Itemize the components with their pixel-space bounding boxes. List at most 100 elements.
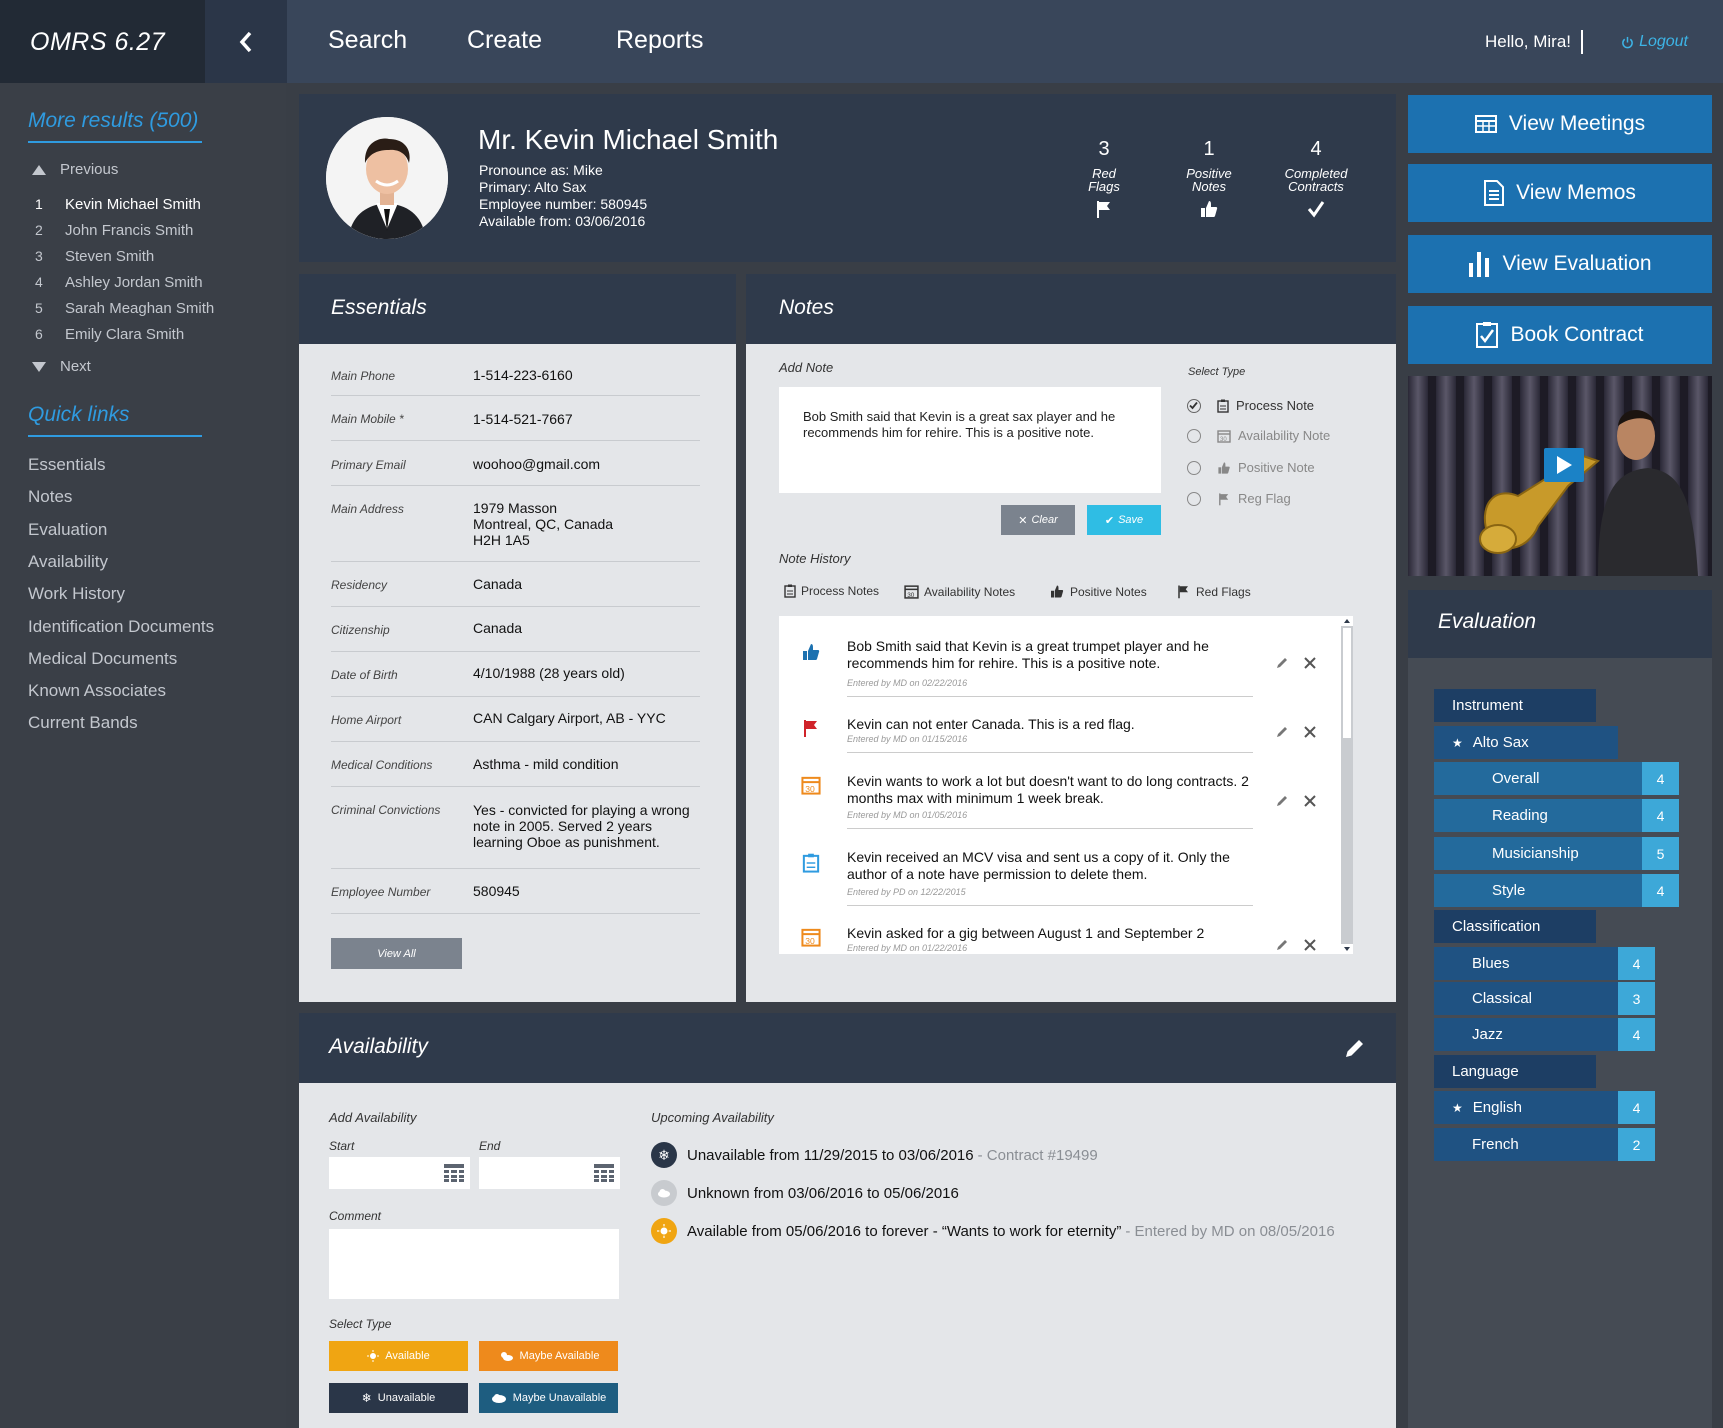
- edit-icon[interactable]: [1275, 938, 1289, 952]
- save-button[interactable]: ✔ Save: [1087, 505, 1161, 535]
- logout-link[interactable]: Logout: [1621, 33, 1688, 51]
- view-all-button[interactable]: View All: [331, 938, 462, 969]
- note-type-label: Reg Flag: [1238, 491, 1291, 506]
- delete-icon[interactable]: [1303, 656, 1317, 670]
- note-textarea[interactable]: Bob Smith said that Kevin is a great sax…: [779, 387, 1161, 493]
- quick-link-current-bands[interactable]: Current Bands: [28, 713, 138, 733]
- calendar-grid-icon[interactable]: [594, 1164, 614, 1182]
- nav-reports[interactable]: Reports: [616, 26, 704, 55]
- collapse-sidebar-button[interactable]: [205, 0, 287, 83]
- history-tab-positive-notes[interactable]: Positive Notes: [1049, 584, 1147, 599]
- note-meta: Entered by PD on 12/22/2015: [847, 887, 966, 897]
- delete-icon[interactable]: [1303, 794, 1317, 808]
- result-item[interactable]: 2 John Francis Smith: [35, 222, 193, 239]
- view-memos-button[interactable]: View Memos: [1408, 164, 1712, 222]
- nav-search[interactable]: Search: [328, 26, 407, 55]
- eval-category-language: Language: [1434, 1055, 1596, 1088]
- result-item[interactable]: 6 Emily Clara Smith: [35, 326, 184, 343]
- calendar-icon: 30: [801, 928, 821, 947]
- comment-label: Comment: [329, 1209, 382, 1223]
- edit-icon[interactable]: [1275, 656, 1289, 670]
- clear-button[interactable]: ✕ Clear: [1001, 505, 1075, 535]
- profile-video[interactable]: [1408, 376, 1712, 576]
- previous-button[interactable]: Previous: [32, 161, 118, 178]
- maybe-unavailable-button[interactable]: Maybe Unavailable: [479, 1383, 618, 1413]
- check-icon: ✔: [1104, 514, 1115, 527]
- result-item[interactable]: 3 Steven Smith: [35, 248, 154, 265]
- stat-completed-contracts[interactable]: 4 Completed Contracts: [1268, 138, 1364, 219]
- end-label: End: [479, 1139, 501, 1153]
- quick-link-notes[interactable]: Notes: [28, 487, 72, 507]
- stat-red-flags[interactable]: 3 Red Flags: [1056, 138, 1152, 219]
- history-tab-availability-notes[interactable]: 30 Availability Notes: [904, 584, 1015, 599]
- star-icon: ★: [1452, 735, 1463, 750]
- unavailable-label: Unavailable: [377, 1392, 436, 1404]
- note-type-availability-radio[interactable]: 30 Availability Note: [1187, 428, 1330, 443]
- essentials-row: Main Address 1979 Masson Montreal, QC, Ca…: [331, 486, 700, 562]
- note-history-label: Note History: [779, 551, 851, 566]
- essentials-row: Criminal Convictions Yes - convicted for …: [331, 787, 700, 869]
- eval-score: 4: [1618, 947, 1655, 980]
- profile-available-from: Available from: 03/06/2016: [479, 213, 646, 229]
- result-item[interactable]: 4 Ashley Jordan Smith: [35, 274, 203, 291]
- quick-link-identification-documents[interactable]: Identification Documents: [28, 617, 214, 637]
- calendar-grid-icon[interactable]: [444, 1164, 464, 1182]
- end-date-input[interactable]: [479, 1157, 620, 1189]
- edit-icon[interactable]: [1275, 725, 1289, 739]
- available-button[interactable]: Available: [329, 1341, 468, 1371]
- calendar-icon: 30: [1217, 429, 1231, 443]
- eval-instrument-alto-sax[interactable]: ★ Alto Sax: [1434, 726, 1618, 759]
- comment-input[interactable]: [329, 1229, 619, 1299]
- quick-link-known-associates[interactable]: Known Associates: [28, 681, 166, 701]
- nav-create[interactable]: Create: [467, 26, 542, 55]
- upcoming-meta: - Entered by MD on 08/05/2016: [1125, 1222, 1335, 1240]
- quick-link-availability[interactable]: Availability: [28, 552, 108, 572]
- field-value: Canada: [473, 576, 523, 592]
- scrollbar-thumb[interactable]: [1343, 628, 1351, 738]
- triangle-up-icon: [32, 164, 46, 175]
- profile-primary-instrument: Primary: Alto Sax: [479, 179, 587, 195]
- edit-icon[interactable]: [1275, 794, 1289, 808]
- result-item[interactable]: 1 Kevin Michael Smith: [35, 196, 201, 213]
- divider: [1581, 30, 1583, 54]
- field-label: Criminal Convictions: [331, 803, 441, 817]
- stat-positive-notes[interactable]: 1 Positive Notes: [1161, 138, 1257, 219]
- view-evaluation-button[interactable]: View Evaluation: [1408, 235, 1712, 293]
- upcoming-text: Unknown from 03/06/2016 to 05/06/2016: [687, 1184, 959, 1202]
- save-label: Save: [1118, 514, 1144, 526]
- scrollbar[interactable]: [1341, 616, 1353, 954]
- delete-icon[interactable]: [1303, 938, 1317, 952]
- close-icon: ✕: [1018, 514, 1028, 527]
- note-type-process-radio[interactable]: Process Note: [1187, 398, 1314, 413]
- eval-row-label: Style: [1492, 882, 1526, 899]
- more-results-link[interactable]: More results (500): [28, 109, 202, 143]
- result-number: 6: [35, 326, 43, 342]
- history-tab-red-flags[interactable]: Red Flags: [1176, 584, 1251, 599]
- quick-link-work-history[interactable]: Work History: [28, 584, 125, 604]
- history-tab-label: Availability Notes: [924, 584, 1016, 599]
- note-history-list[interactable]: Bob Smith said that Kevin is a great tru…: [779, 616, 1342, 954]
- book-contract-button[interactable]: Book Contract: [1408, 306, 1712, 364]
- note-type-flag-radio[interactable]: Reg Flag: [1187, 491, 1291, 506]
- quick-link-medical-documents[interactable]: Medical Documents: [28, 649, 177, 669]
- quick-link-evaluation[interactable]: Evaluation: [28, 520, 107, 540]
- view-meetings-button[interactable]: View Meetings: [1408, 95, 1712, 153]
- history-tab-process-notes[interactable]: Process Notes: [784, 584, 879, 598]
- delete-icon[interactable]: [1303, 725, 1317, 739]
- clipboard-icon: [784, 584, 796, 598]
- start-date-input[interactable]: [329, 1157, 470, 1189]
- top-bar: OMRS 6.27 Search Create Reports Hello, M…: [0, 0, 1723, 83]
- snowflake-icon: ❄: [361, 1391, 372, 1405]
- sun-icon: [367, 1350, 380, 1362]
- next-button[interactable]: Next: [32, 358, 91, 375]
- note-type-positive-radio[interactable]: Positive Note: [1187, 460, 1315, 475]
- note-history-item: 30 Kevin wants to work a lot but doesn't…: [779, 773, 1253, 848]
- view-meetings-label: View Meetings: [1508, 112, 1646, 135]
- upcoming-availability-label: Upcoming Availability: [651, 1110, 774, 1125]
- quick-link-essentials[interactable]: Essentials: [28, 455, 105, 475]
- edit-icon[interactable]: [1344, 1037, 1366, 1059]
- unavailable-button[interactable]: ❄ Unavailable: [329, 1383, 468, 1413]
- maybe-available-button[interactable]: Maybe Available: [479, 1341, 618, 1371]
- result-item[interactable]: 5 Sarah Meaghan Smith: [35, 300, 214, 317]
- logout-label: Logout: [1639, 33, 1688, 50]
